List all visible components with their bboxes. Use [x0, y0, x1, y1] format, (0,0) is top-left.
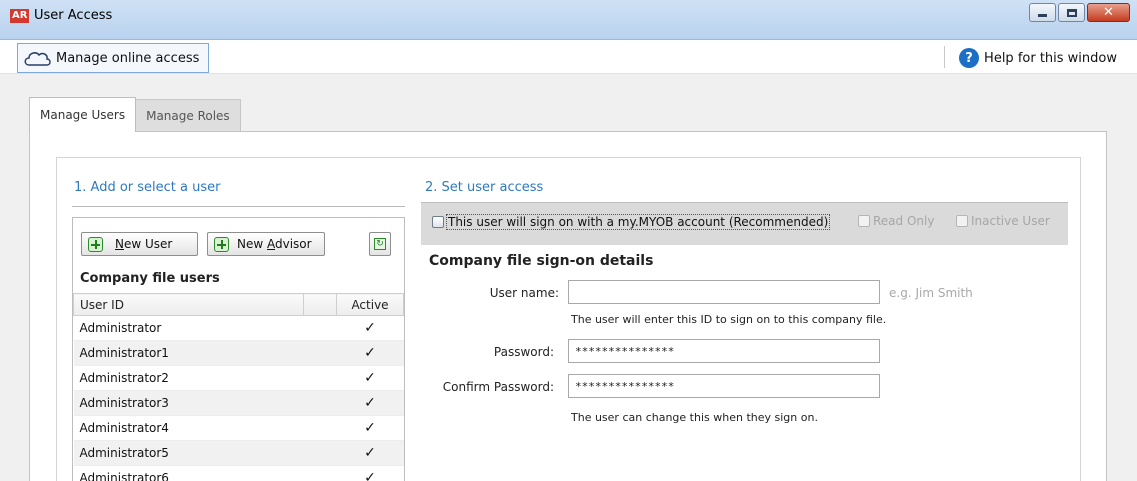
table-row[interactable]: Administrator2 ✓: [73, 365, 404, 391]
toolbar: Manage online access ? Help for this win…: [0, 40, 1137, 74]
blank-cell: [303, 315, 337, 341]
inactive-user-checkbox[interactable]: Inactive User: [956, 214, 1050, 228]
window-controls: ✕: [1029, 3, 1130, 22]
blank-cell: [303, 390, 337, 416]
table-row[interactable]: Administrator4 ✓: [73, 415, 404, 441]
blank-cell: [303, 440, 337, 466]
confirm-password-label: Confirm Password:: [442, 380, 554, 394]
new-advisor-label-rest: dvisor: [275, 237, 312, 251]
active-check-icon: ✓: [336, 465, 404, 481]
password-note: The user can change this when they sign …: [571, 411, 818, 424]
add-icon: [88, 236, 103, 252]
user-id-cell: Administrator2: [73, 365, 304, 391]
new-user-button[interactable]: New User: [81, 232, 198, 256]
new-advisor-button[interactable]: New Advisor: [207, 232, 325, 256]
active-check-icon: ✓: [336, 365, 404, 391]
user-id-cell: Administrator6: [73, 465, 304, 481]
mymyob-account-label: This user will sign on with a my.MYOB ac…: [446, 214, 831, 230]
refresh-icon: ↻: [374, 238, 386, 250]
password-input[interactable]: [568, 339, 880, 363]
username-input[interactable]: [568, 280, 880, 304]
username-hint: e.g. Jim Smith: [889, 286, 973, 300]
blank-cell: [303, 465, 337, 481]
minimize-icon: [1038, 14, 1047, 17]
add-icon: [214, 236, 229, 252]
read-only-checkbox[interactable]: Read Only: [858, 214, 934, 228]
table-row[interactable]: Administrator3 ✓: [73, 390, 404, 416]
column-header-user-id[interactable]: User ID: [73, 293, 304, 316]
table-row[interactable]: Administrator ✓: [73, 315, 404, 341]
company-file-users-title: Company file users: [80, 271, 220, 286]
read-only-label: Read Only: [873, 214, 935, 228]
sign-on-details-heading: Company file sign-on details: [429, 253, 654, 269]
maximize-button[interactable]: [1058, 3, 1085, 22]
mymyob-account-checkbox[interactable]: This user will sign on with a my.MYOB ac…: [432, 214, 831, 230]
users-table-header: User ID Active: [73, 293, 404, 316]
table-row[interactable]: Administrator6 ✓: [73, 465, 404, 481]
username-note: The user will enter this ID to sign on t…: [571, 313, 887, 326]
help-icon: ?: [959, 48, 980, 68]
section-divider: [72, 206, 405, 207]
column-header-blank[interactable]: [303, 293, 337, 316]
active-check-icon: ✓: [336, 415, 404, 441]
user-id-cell: Administrator4: [73, 415, 304, 441]
active-check-icon: ✓: [336, 390, 404, 416]
new-advisor-label: New Advisor: [237, 237, 312, 251]
read-only-checkbox-box[interactable]: [858, 215, 870, 227]
blank-cell: [303, 340, 337, 366]
user-id-cell: Administrator: [73, 315, 304, 341]
users-table: User ID Active Administrator ✓ Administra…: [73, 293, 404, 481]
table-row[interactable]: Administrator1 ✓: [73, 340, 404, 366]
user-id-cell: Administrator3: [73, 390, 304, 416]
window-title: User Access: [34, 8, 113, 23]
user-id-cell: Administrator5: [73, 440, 304, 466]
mymyob-checkbox-box[interactable]: [432, 216, 444, 228]
confirm-password-input[interactable]: [568, 374, 880, 398]
manage-online-access-button[interactable]: Manage online access: [17, 43, 209, 73]
help-label: Help for this window: [984, 50, 1117, 66]
user-id-cell: Administrator1: [73, 340, 304, 366]
username-label: User name:: [489, 286, 559, 300]
table-row[interactable]: Administrator5 ✓: [73, 440, 404, 466]
new-user-mnemonic: N: [115, 237, 124, 251]
help-button[interactable]: ? Help for this window: [959, 48, 1117, 68]
close-icon: ✕: [1103, 5, 1114, 20]
password-label: Password:: [493, 345, 554, 359]
toolbar-divider: [944, 46, 945, 68]
manage-online-access-label: Manage online access: [56, 50, 200, 66]
blank-cell: [303, 365, 337, 391]
blank-cell: [303, 415, 337, 441]
column-header-active[interactable]: Active: [336, 293, 404, 316]
new-advisor-mnemonic: A: [267, 237, 275, 251]
tab-manage-users[interactable]: Manage Users: [29, 97, 137, 132]
active-check-icon: ✓: [336, 440, 404, 466]
title-bar: AR User Access ✕: [0, 0, 1137, 40]
cloud-icon: [24, 52, 51, 66]
user-access-window: AR User Access ✕ Manage online access ? …: [0, 0, 1137, 481]
new-user-label-rest: ew User: [123, 237, 173, 251]
new-user-label: New User: [115, 237, 172, 251]
close-button[interactable]: ✕: [1087, 3, 1130, 22]
maximize-icon: [1066, 8, 1077, 17]
set-user-access-heading: 2. Set user access: [425, 180, 544, 195]
add-select-user-heading: 1. Add or select a user: [74, 180, 221, 195]
active-check-icon: ✓: [336, 315, 404, 341]
tab-strip: Manage Users Manage Roles: [29, 97, 241, 132]
refresh-button[interactable]: ↻: [369, 232, 391, 256]
inactive-user-label: Inactive User: [971, 214, 1050, 228]
new-advisor-label-prefix: New: [237, 237, 267, 251]
active-check-icon: ✓: [336, 340, 404, 366]
inactive-user-checkbox-box[interactable]: [956, 215, 968, 227]
minimize-button[interactable]: [1029, 3, 1056, 22]
app-logo-icon: AR: [10, 9, 30, 23]
tab-manage-roles[interactable]: Manage Roles: [135, 99, 241, 131]
